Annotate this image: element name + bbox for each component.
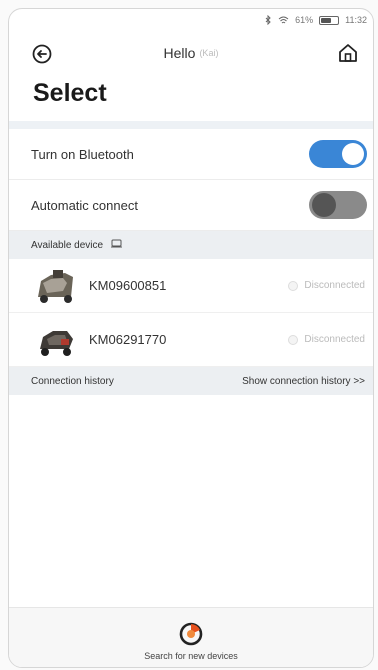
battery-percent: 61% <box>295 15 314 25</box>
header: Hello (Kai) <box>9 31 373 75</box>
connection-history-label: Connection history <box>31 375 114 387</box>
search-device-icon <box>179 622 203 646</box>
bluetooth-toggle[interactable] <box>309 140 367 168</box>
device-name: KM09600851 <box>89 278 167 293</box>
back-button[interactable] <box>31 43 53 65</box>
auto-connect-label: Automatic connect <box>31 197 138 213</box>
empty-list-area <box>9 395 373 613</box>
connection-history-header: Connection history Show connection histo… <box>9 367 373 395</box>
wifi-icon <box>278 16 289 25</box>
available-device-header: Available device <box>9 231 373 259</box>
scooter-thumbnail-icon <box>35 267 77 305</box>
status-time: 11:32 <box>345 15 367 25</box>
header-subtitle: (Kai) <box>199 48 219 58</box>
status-dot-icon <box>288 280 299 291</box>
search-new-devices-button[interactable]: Search for new devices <box>9 607 373 667</box>
available-device-label: Available device <box>31 239 104 251</box>
device-row[interactable]: KM06291770 Disconnected <box>9 313 373 367</box>
home-button[interactable] <box>337 42 359 64</box>
page-title: Select <box>33 79 107 107</box>
header-title: Hello <box>163 45 196 61</box>
device-status-text: Disconnected <box>304 334 365 345</box>
device-name: KM06291770 <box>89 332 167 347</box>
bluetooth-label: Turn on Bluetooth <box>31 146 134 162</box>
device-status-text: Disconnected <box>304 280 365 291</box>
auto-connect-row: Automatic connect <box>9 180 373 231</box>
home-icon <box>339 44 357 62</box>
device-status: Disconnected <box>288 280 365 291</box>
divider <box>9 121 373 129</box>
status-dot-icon <box>288 334 299 345</box>
status-bar: 61% 11:32 <box>9 9 373 31</box>
device-row[interactable]: KM09600851 Disconnected <box>9 259 373 313</box>
scooter-thumbnail-icon <box>35 321 77 359</box>
show-history-link[interactable]: Show connection history >> <box>242 376 365 387</box>
back-arrow-icon <box>32 44 52 64</box>
bluetooth-icon <box>265 15 272 25</box>
phone-screen: 61% 11:32 Hello (Kai) Select Turn on Blu… <box>8 8 374 668</box>
auto-connect-toggle[interactable] <box>309 191 367 219</box>
search-new-devices-label: Search for new devices <box>144 651 238 661</box>
battery-icon <box>319 15 340 25</box>
device-status: Disconnected <box>288 334 365 345</box>
refresh-icon[interactable] <box>111 239 123 251</box>
bluetooth-row: Turn on Bluetooth <box>9 129 373 180</box>
